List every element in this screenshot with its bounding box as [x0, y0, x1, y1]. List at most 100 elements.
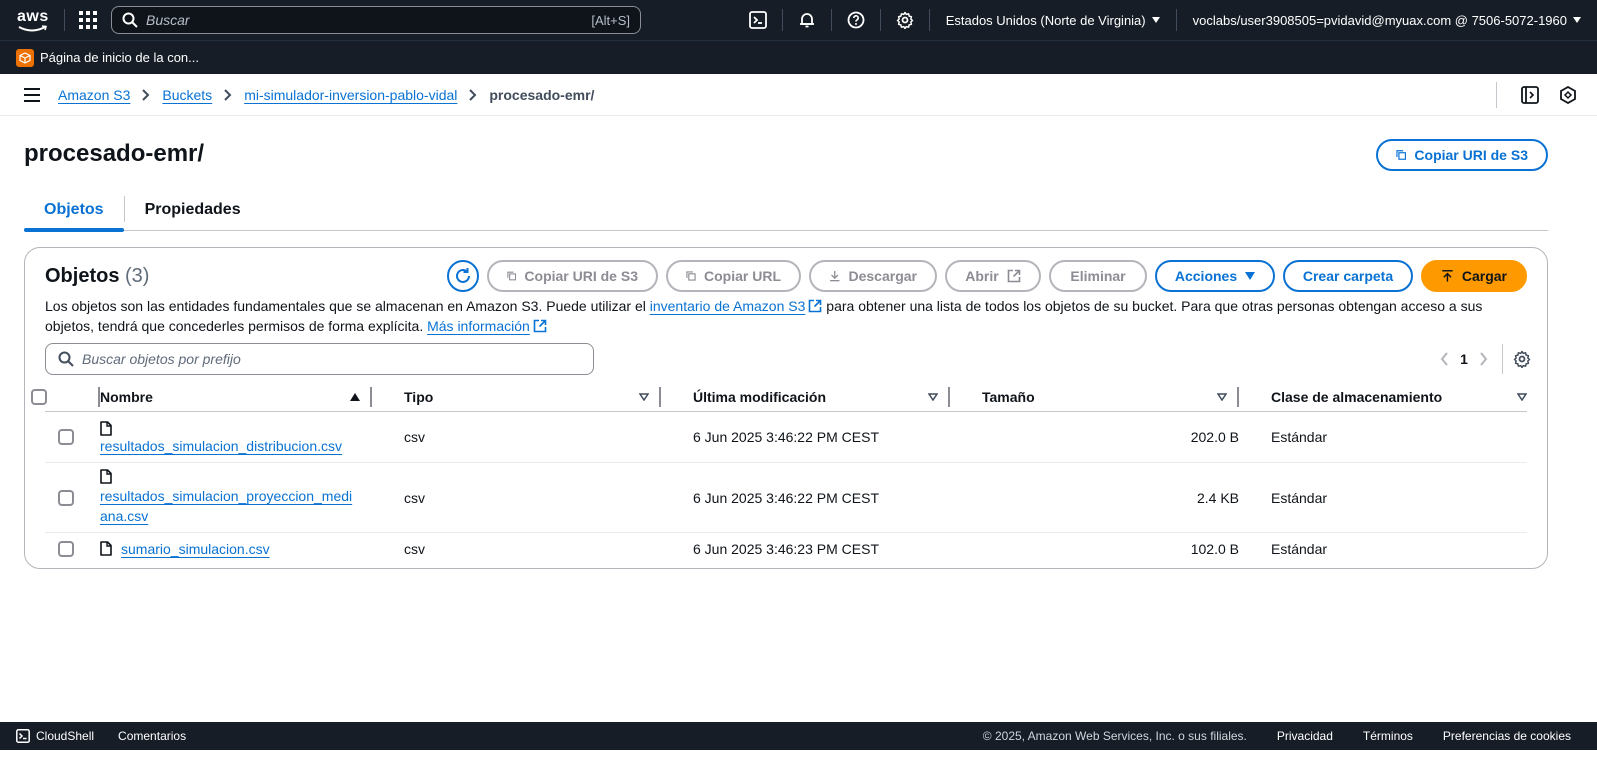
column-header-clase[interactable]: Clase de almacenamiento: [1255, 382, 1527, 412]
terms-link[interactable]: Términos: [1363, 729, 1413, 743]
name-cell: sumario_simulacion.csv: [100, 541, 388, 557]
actions-dropdown[interactable]: Acciones: [1155, 260, 1275, 292]
row-select-cell: [45, 429, 100, 445]
open-button[interactable]: Abrir: [945, 260, 1041, 292]
cloudshell-icon: [748, 11, 767, 29]
column-divider[interactable]: [948, 386, 950, 407]
table-row[interactable]: resultados_simulacion_distribucion.csv c…: [45, 412, 1527, 463]
feedback-link[interactable]: Comentarios: [118, 729, 186, 743]
global-search-input[interactable]: [146, 12, 592, 28]
top-navigation: aws [Alt+S]: [0, 0, 1597, 40]
row-select-cell: [45, 540, 100, 557]
column-divider[interactable]: [1237, 386, 1239, 407]
side-panel-toggle-icon[interactable]: [1511, 85, 1549, 104]
tab-objetos[interactable]: Objetos: [24, 188, 124, 232]
breadcrumb-buckets[interactable]: Buckets: [162, 87, 212, 103]
copy-s3-uri-button[interactable]: Copiar URI de S3: [1376, 139, 1548, 171]
download-button[interactable]: Descargar: [809, 260, 937, 292]
chevron-right-icon: [224, 88, 232, 101]
global-search-field[interactable]: [Alt+S]: [111, 6, 641, 34]
column-header-modificacion[interactable]: Última modificación: [677, 382, 966, 412]
row-checkbox[interactable]: [57, 540, 74, 557]
select-all-checkbox[interactable]: [31, 388, 47, 405]
copy-url-label: Copiar URL: [704, 268, 781, 284]
file-icon: [100, 420, 112, 436]
row-checkbox[interactable]: [57, 489, 74, 506]
search-icon: [122, 12, 138, 28]
object-name-link[interactable]: sumario_simulacion.csv: [121, 541, 270, 557]
tab-list: Objetos Propiedades: [24, 188, 1548, 232]
window-bottom-edge: [0, 750, 1597, 764]
learn-more-link[interactable]: Más información: [427, 318, 530, 334]
column-label-tipo: Tipo: [404, 388, 434, 405]
breadcrumb-amazon-s3[interactable]: Amazon S3: [58, 87, 130, 103]
table-row[interactable]: sumario_simulacion.csv csv 6 Jun 2025 3:…: [45, 533, 1527, 564]
region-label: Estados Unidos (Norte de Virginia): [945, 12, 1146, 28]
column-header-tamano[interactable]: Tamaño: [966, 382, 1255, 412]
type-cell: csv: [404, 540, 425, 557]
divider: [64, 9, 65, 31]
object-name-link[interactable]: resultados_simulacion_distribucion.csv: [100, 438, 342, 454]
page-number[interactable]: 1: [1450, 351, 1478, 367]
account-menu[interactable]: voclabs/user3908505=pvidavid@myuax.com @…: [1177, 13, 1597, 28]
storage-class-cell: Estándar: [1271, 489, 1328, 506]
notifications-button[interactable]: [783, 0, 831, 40]
cloudshell-label: CloudShell: [36, 729, 95, 743]
favorite-console-home[interactable]: Página de inicio de la con...: [40, 50, 199, 65]
refresh-button[interactable]: [447, 260, 479, 292]
settings-button[interactable]: [881, 0, 929, 40]
object-name-link[interactable]: resultados_simulacion_proyeccion_mediana…: [100, 486, 355, 526]
storage-class-cell: Estándar: [1271, 429, 1328, 445]
column-divider[interactable]: [370, 386, 372, 407]
cloudshell-button[interactable]: [734, 0, 782, 40]
column-divider[interactable]: [659, 386, 661, 407]
object-search-input[interactable]: [82, 351, 581, 367]
bell-icon: [799, 13, 814, 28]
external-link-icon: [533, 319, 547, 333]
modified-cell: 6 Jun 2025 3:46:23 PM CEST: [693, 540, 879, 557]
copy-s3-uri-label: Copiar URI de S3: [1414, 147, 1528, 163]
object-search-field[interactable]: [45, 343, 594, 375]
inventory-link[interactable]: inventario de Amazon S3: [650, 298, 806, 314]
row-checkbox[interactable]: [57, 429, 74, 445]
create-folder-button[interactable]: Crear carpeta: [1283, 260, 1413, 292]
next-page-icon[interactable]: [1478, 352, 1488, 366]
copy-url-button[interactable]: Copiar URL: [666, 260, 801, 292]
aws-logo[interactable]: aws: [16, 6, 50, 34]
delete-button[interactable]: Eliminar: [1049, 260, 1147, 292]
type-cell: csv: [404, 429, 425, 445]
help-button[interactable]: [832, 0, 880, 40]
previous-page-icon[interactable]: [1440, 352, 1450, 366]
tab-propiedades[interactable]: Propiedades: [125, 188, 261, 231]
header-select-cell: [31, 382, 100, 412]
cloudshell-icon: [16, 729, 30, 743]
region-selector[interactable]: Estados Unidos (Norte de Virginia): [930, 13, 1176, 28]
file-icon: [100, 541, 112, 556]
column-header-tipo[interactable]: Tipo: [388, 382, 677, 412]
privacy-link[interactable]: Privacidad: [1277, 729, 1333, 743]
cloudshell-link[interactable]: CloudShell: [16, 729, 94, 743]
copy-s3-uri-objects-button[interactable]: Copiar URI de S3: [487, 260, 658, 292]
size-cell: 102.0 B: [1190, 540, 1239, 557]
table-row[interactable]: resultados_simulacion_proyeccion_mediana…: [45, 463, 1527, 533]
sort-icon: [928, 392, 938, 401]
objects-container: Objetos (3) Copiar URI de S3 Copiar URL …: [24, 247, 1548, 569]
console-home-icon: [16, 48, 34, 67]
sort-icon: [1517, 392, 1527, 401]
breadcrumb-bucket[interactable]: mi-simulador-inversion-pablo-vidal: [244, 87, 457, 103]
security-shield-icon[interactable]: [1549, 85, 1587, 104]
cookie-preferences-link[interactable]: Preferencias de cookies: [1443, 729, 1571, 743]
name-cell: resultados_simulacion_distribucion.csv: [100, 420, 388, 454]
column-header-nombre[interactable]: Nombre: [100, 382, 388, 412]
upload-button[interactable]: Cargar: [1421, 260, 1527, 292]
storage-class-cell: Estándar: [1271, 540, 1328, 557]
table-preferences-icon[interactable]: [1513, 350, 1531, 368]
upload-icon: [1442, 270, 1453, 282]
services-grid-icon[interactable]: [79, 11, 97, 29]
menu-icon[interactable]: [24, 87, 40, 102]
breadcrumb-current: procesado-emr/: [489, 86, 595, 103]
copy-s3-uri-objects-label: Copiar URI de S3: [524, 268, 638, 284]
column-label-nombre: Nombre: [100, 388, 153, 405]
size-cell: 202.0 B: [1190, 429, 1239, 445]
pagination: 1: [1440, 344, 1531, 374]
